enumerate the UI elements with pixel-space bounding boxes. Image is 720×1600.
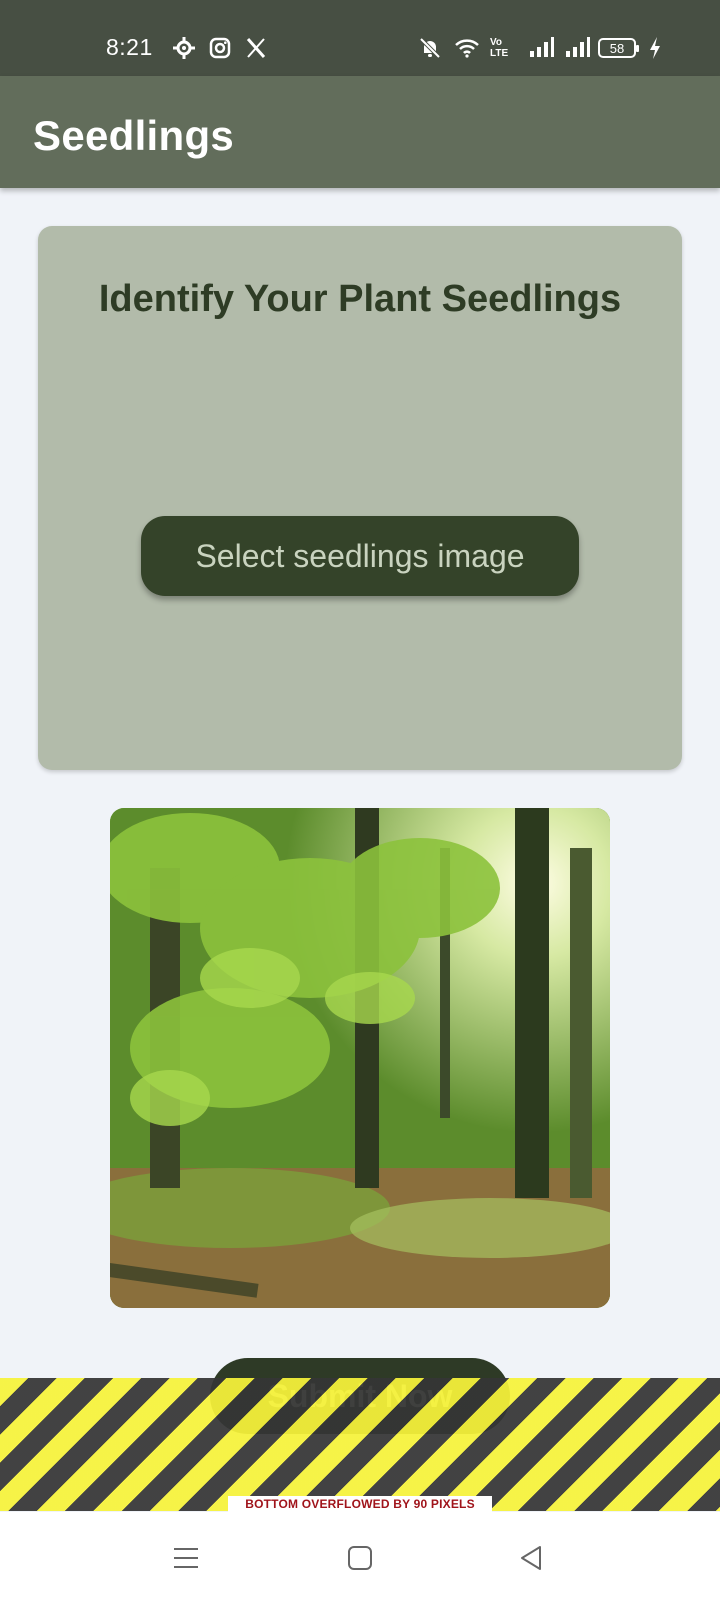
signal-icon	[562, 36, 591, 60]
gear-icon	[172, 36, 196, 60]
bell-off-icon	[418, 36, 442, 60]
forest-photo	[110, 808, 610, 1308]
instagram-icon	[208, 36, 232, 60]
back-icon[interactable]	[516, 1542, 548, 1574]
identify-card: Identify Your Plant Seedlings Select see…	[38, 226, 682, 770]
x-icon	[244, 36, 268, 60]
status-time: 8:21	[106, 34, 153, 60]
battery-icon: 58	[598, 38, 639, 58]
app-bar: Seedlings	[0, 76, 720, 188]
system-nav-bar	[0, 1512, 720, 1600]
home-icon[interactable]	[344, 1542, 376, 1574]
status-right-icons: Vo LTE 58	[418, 36, 662, 60]
overflow-warning-text: BOTTOM OVERFLOWED BY 90 PIXELS	[228, 1496, 492, 1512]
charging-icon	[648, 36, 662, 60]
wifi-icon	[454, 36, 479, 60]
select-image-button[interactable]: Select seedlings image	[141, 516, 579, 596]
status-left-icons	[172, 36, 268, 60]
volte-icon: Vo LTE	[490, 37, 509, 59]
menu-icon[interactable]	[170, 1542, 202, 1574]
overflow-warning-stripes	[0, 1378, 720, 1511]
page-title: Seedlings	[33, 112, 235, 159]
signal-icon	[526, 36, 555, 60]
card-title: Identify Your Plant Seedlings	[98, 278, 622, 320]
status-bar: 8:21 Vo LTE 58	[0, 0, 720, 76]
